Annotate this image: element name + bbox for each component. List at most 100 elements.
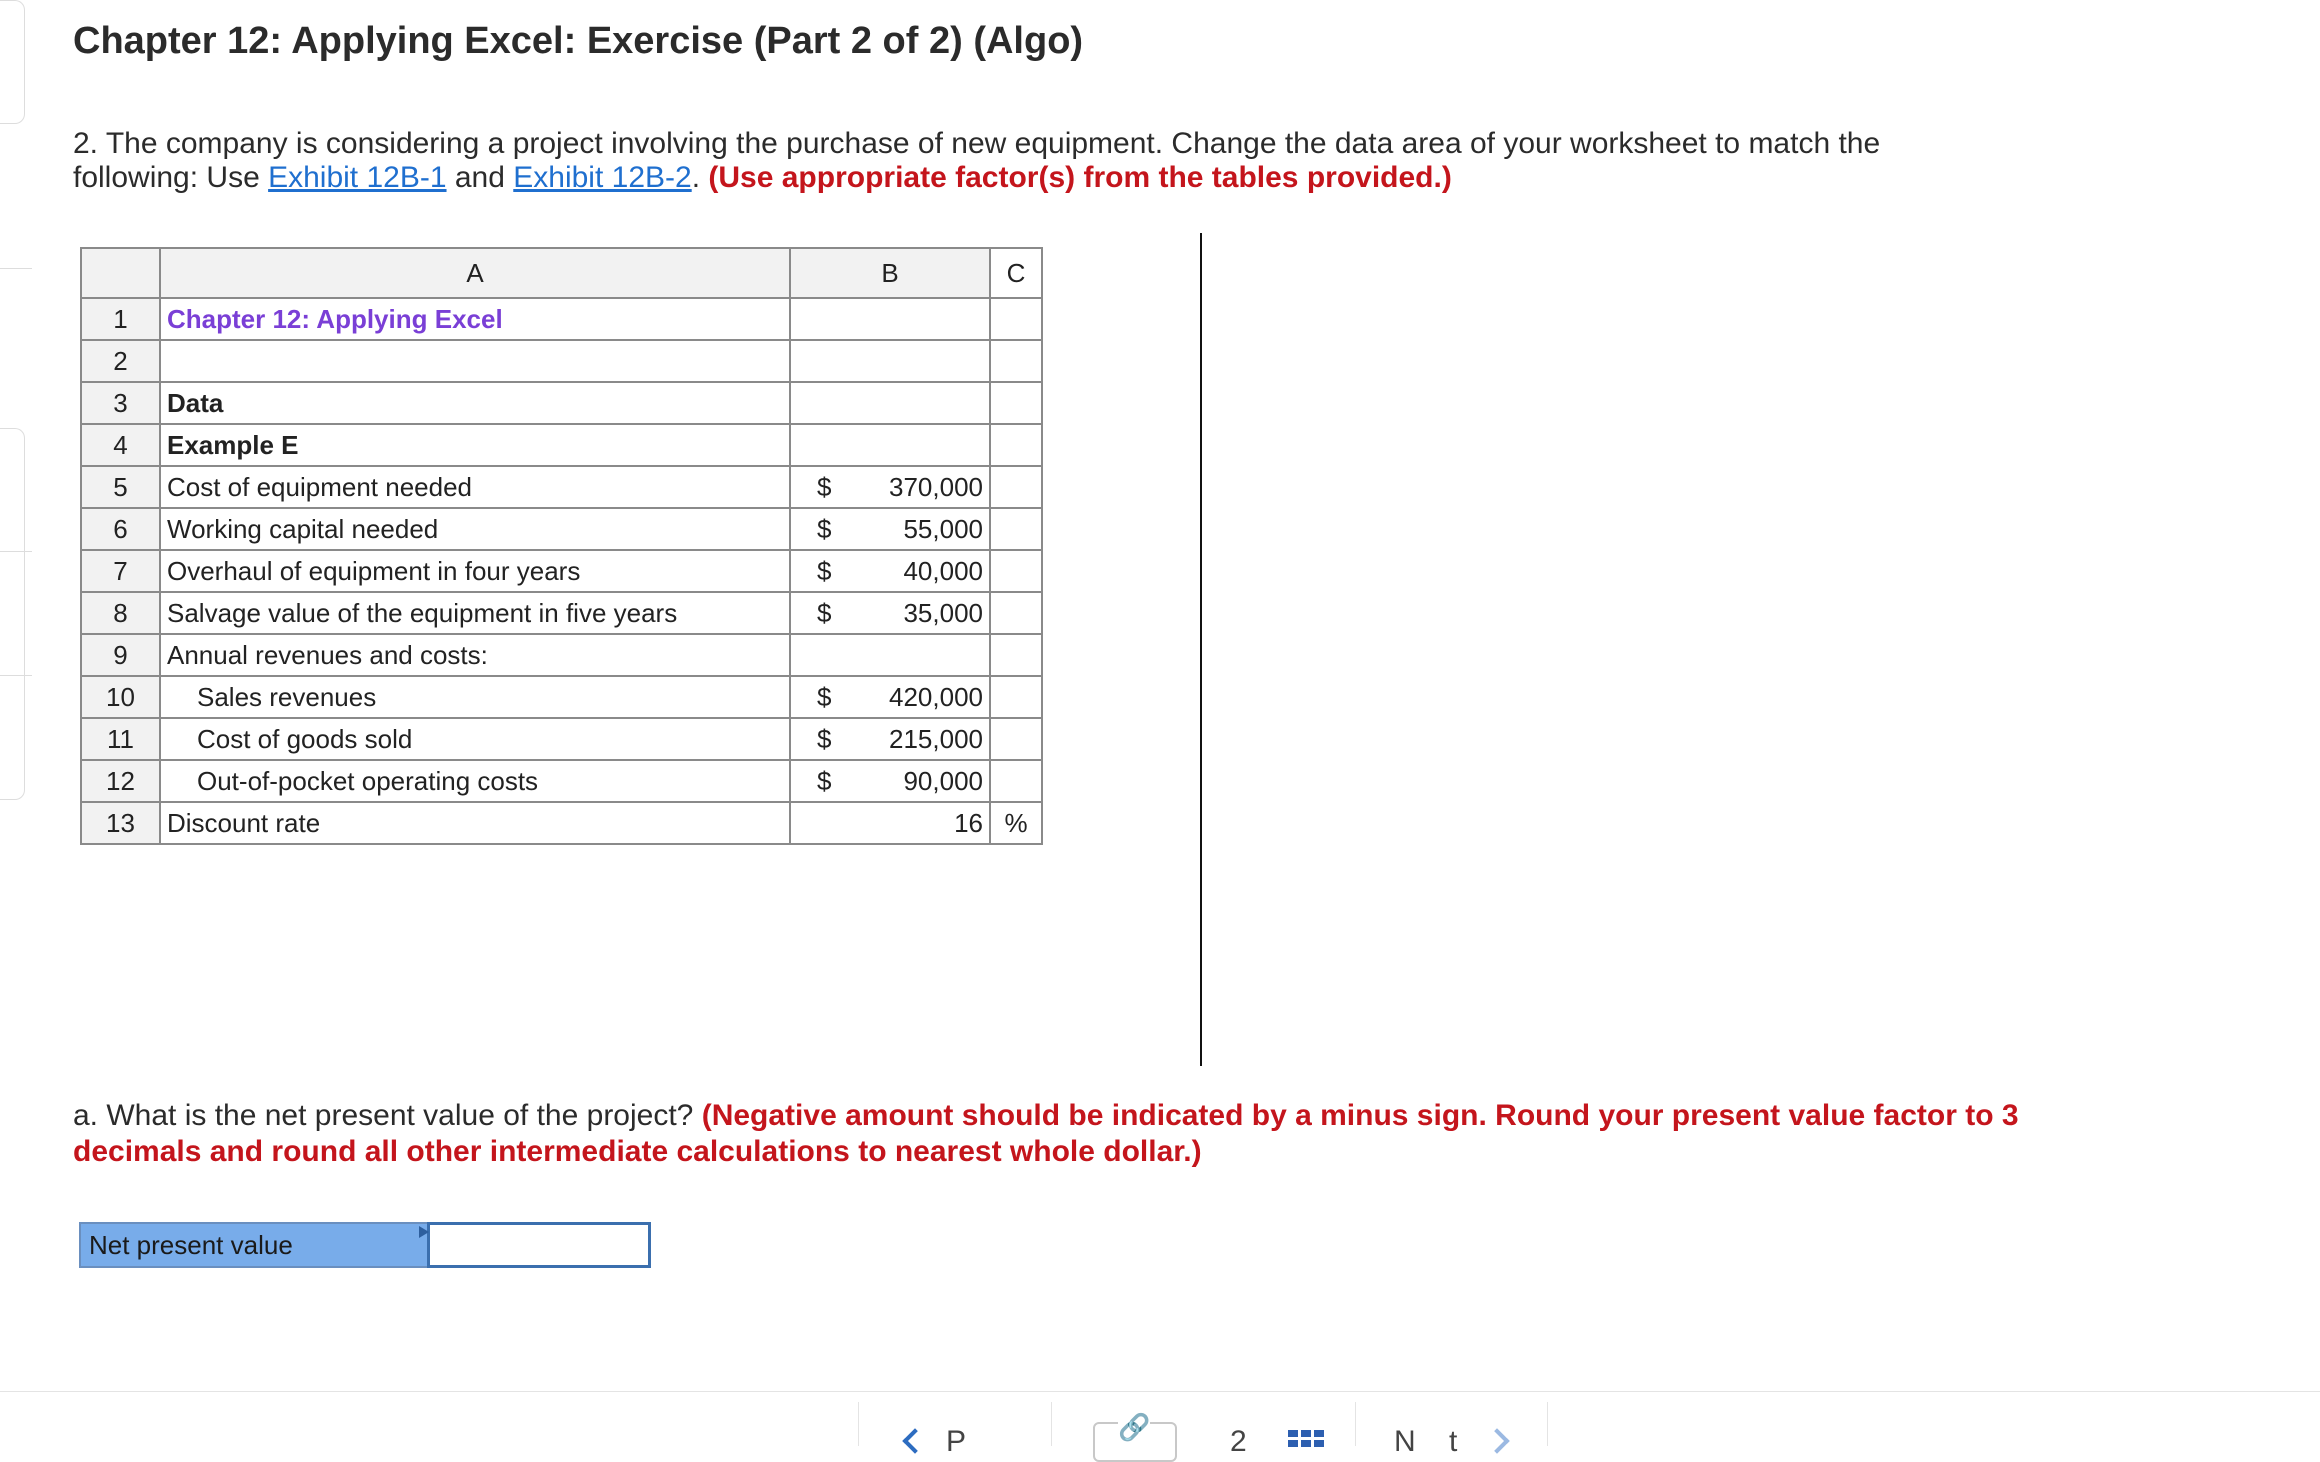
cell-a: Working capital needed <box>159 507 791 551</box>
cell-b-content: 16 <box>791 808 989 839</box>
link-icon: 🔗 <box>1118 1412 1151 1442</box>
worksheet-row: 6 Working capital needed $55,000 <box>80 507 1043 551</box>
currency-symbol: $ <box>817 597 832 628</box>
cell-b: $35,000 <box>789 591 991 635</box>
cell-value: 40,000 <box>903 555 983 586</box>
next-chevron-icon[interactable] <box>1484 1428 1510 1454</box>
cell-c <box>989 633 1043 677</box>
currency-symbol: $ <box>817 723 832 754</box>
cell-value: 420,000 <box>889 681 983 712</box>
cell-b <box>789 381 991 425</box>
row-number: 3 <box>80 381 161 425</box>
worksheet-row: 10 Sales revenues $420,000 <box>80 675 1043 719</box>
cell-b: $55,000 <box>789 507 991 551</box>
footer-divider <box>0 1391 2320 1392</box>
column-header-row: A B C <box>80 247 1043 299</box>
cell-b-content: $40,000 <box>791 556 989 587</box>
cell-a: Sales revenues <box>159 675 791 719</box>
prev-chevron-icon[interactable] <box>902 1428 928 1454</box>
cell-a: Example E <box>159 423 791 467</box>
footer-separator <box>1355 1402 1356 1446</box>
prev-button-label[interactable]: P <box>946 1427 966 1457</box>
question-a-text: a. What is the net present value of the … <box>73 1098 2073 1170</box>
cell-c <box>989 423 1043 467</box>
grid-icon[interactable] <box>1288 1430 1324 1447</box>
left-edge-tab <box>0 428 25 800</box>
cell-b <box>789 339 991 383</box>
worksheet-row: 11 Cost of goods sold $215,000 <box>80 717 1043 761</box>
cell-b <box>789 297 991 341</box>
row-number: 10 <box>80 675 161 719</box>
worksheet-row: 2 <box>80 339 1043 383</box>
net-present-value-input[interactable] <box>427 1222 651 1268</box>
cell-value: 215,000 <box>889 723 983 754</box>
cell-b-content: $55,000 <box>791 514 989 545</box>
footer-separator <box>1051 1402 1052 1446</box>
cell-c <box>989 339 1043 383</box>
page-indicator: 2 <box>1230 1425 1247 1458</box>
worksheet-row: 3 Data <box>80 381 1043 425</box>
column-header-b: B <box>789 247 991 299</box>
worksheet-row: 8 Salvage value of the equipment in five … <box>80 591 1043 635</box>
currency-symbol: $ <box>817 681 832 712</box>
column-header-c: C <box>989 247 1043 299</box>
cell-b-content: $35,000 <box>791 598 989 629</box>
worksheet-row: 7 Overhaul of equipment in four years $40,… <box>80 549 1043 593</box>
cell-b-content: $420,000 <box>791 682 989 713</box>
answer-row: Net present value <box>79 1222 651 1268</box>
cell-a <box>159 339 791 383</box>
cell-b: $90,000 <box>789 759 991 803</box>
footer-separator <box>1547 1402 1548 1446</box>
row-number: 5 <box>80 465 161 509</box>
cell-b: $215,000 <box>789 717 991 761</box>
cell-a: Chapter 12: Applying Excel <box>159 297 791 341</box>
cell-b: 16 <box>789 801 991 845</box>
cell-b-content: $370,000 <box>791 472 989 503</box>
cell-value: 370,000 <box>889 471 983 502</box>
question-a-prompt: a. What is the net present value of the … <box>73 1099 702 1132</box>
cell-b: $40,000 <box>789 549 991 593</box>
cell-b-content: $215,000 <box>791 724 989 755</box>
left-edge-rule <box>0 675 32 676</box>
row-number: 2 <box>80 339 161 383</box>
next-button-label[interactable]: N t <box>1394 1427 1457 1457</box>
cell-value: 35,000 <box>903 597 983 628</box>
worksheet-row: 12 Out-of-pocket operating costs $90,000 <box>80 759 1043 803</box>
corner-cell <box>80 247 161 299</box>
row-number: 8 <box>80 591 161 635</box>
row-number: 7 <box>80 549 161 593</box>
exhibit-12b-1-link[interactable]: Exhibit 12B-1 <box>268 161 446 194</box>
cell-c <box>989 465 1043 509</box>
cell-c: % <box>989 801 1043 845</box>
row-number: 13 <box>80 801 161 845</box>
cell-b: $370,000 <box>789 465 991 509</box>
cell-c <box>989 381 1043 425</box>
cell-a: Discount rate <box>159 801 791 845</box>
cell-c <box>989 759 1043 803</box>
worksheet-row: 13 Discount rate 16% <box>80 801 1043 845</box>
currency-symbol: $ <box>817 555 832 586</box>
cell-b: $420,000 <box>789 675 991 719</box>
row-number: 4 <box>80 423 161 467</box>
vertical-divider <box>1200 233 1202 1066</box>
cell-a: Cost of equipment needed <box>159 465 791 509</box>
cell-value: 90,000 <box>903 765 983 796</box>
cell-b-content: $90,000 <box>791 766 989 797</box>
cell-b <box>789 633 991 677</box>
worksheet-table: A B C 1 Chapter 12: Applying Excel 2 3 Data 4… <box>80 247 1043 845</box>
worksheet-row: 5 Cost of equipment needed $370,000 <box>80 465 1043 509</box>
question-text: 2. The company is considering a project … <box>73 127 1973 195</box>
cell-b <box>789 423 991 467</box>
cell-c <box>989 717 1043 761</box>
row-number: 6 <box>80 507 161 551</box>
cell-c <box>989 549 1043 593</box>
question-period: . <box>691 161 709 194</box>
cell-value: 16 <box>954 807 983 838</box>
page-title: Chapter 12: Applying Excel: Exercise (Pa… <box>73 20 1084 62</box>
exhibit-12b-2-link[interactable]: Exhibit 12B-2 <box>513 161 691 194</box>
worksheet-row: 4 Example E <box>80 423 1043 467</box>
footer-separator <box>858 1402 859 1446</box>
cell-a: Cost of goods sold <box>159 717 791 761</box>
net-present-value-label: Net present value <box>79 1222 429 1268</box>
left-edge-rule <box>0 268 32 269</box>
